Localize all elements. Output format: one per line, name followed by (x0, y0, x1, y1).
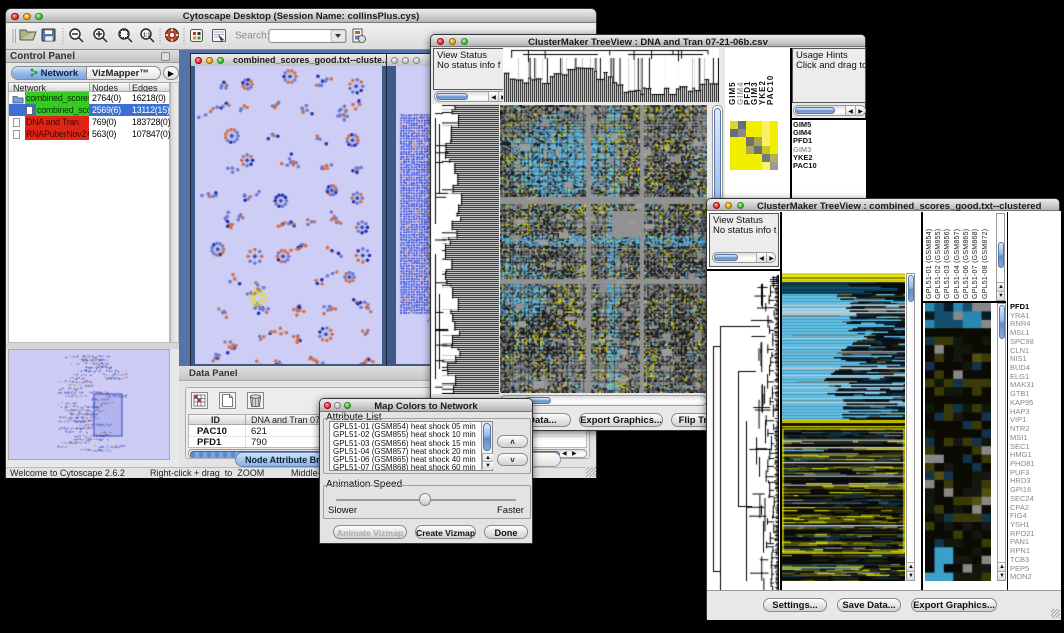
svg-text:Search:: Search: (235, 31, 269, 42)
svg-text:1:1: 1:1 (143, 33, 150, 39)
